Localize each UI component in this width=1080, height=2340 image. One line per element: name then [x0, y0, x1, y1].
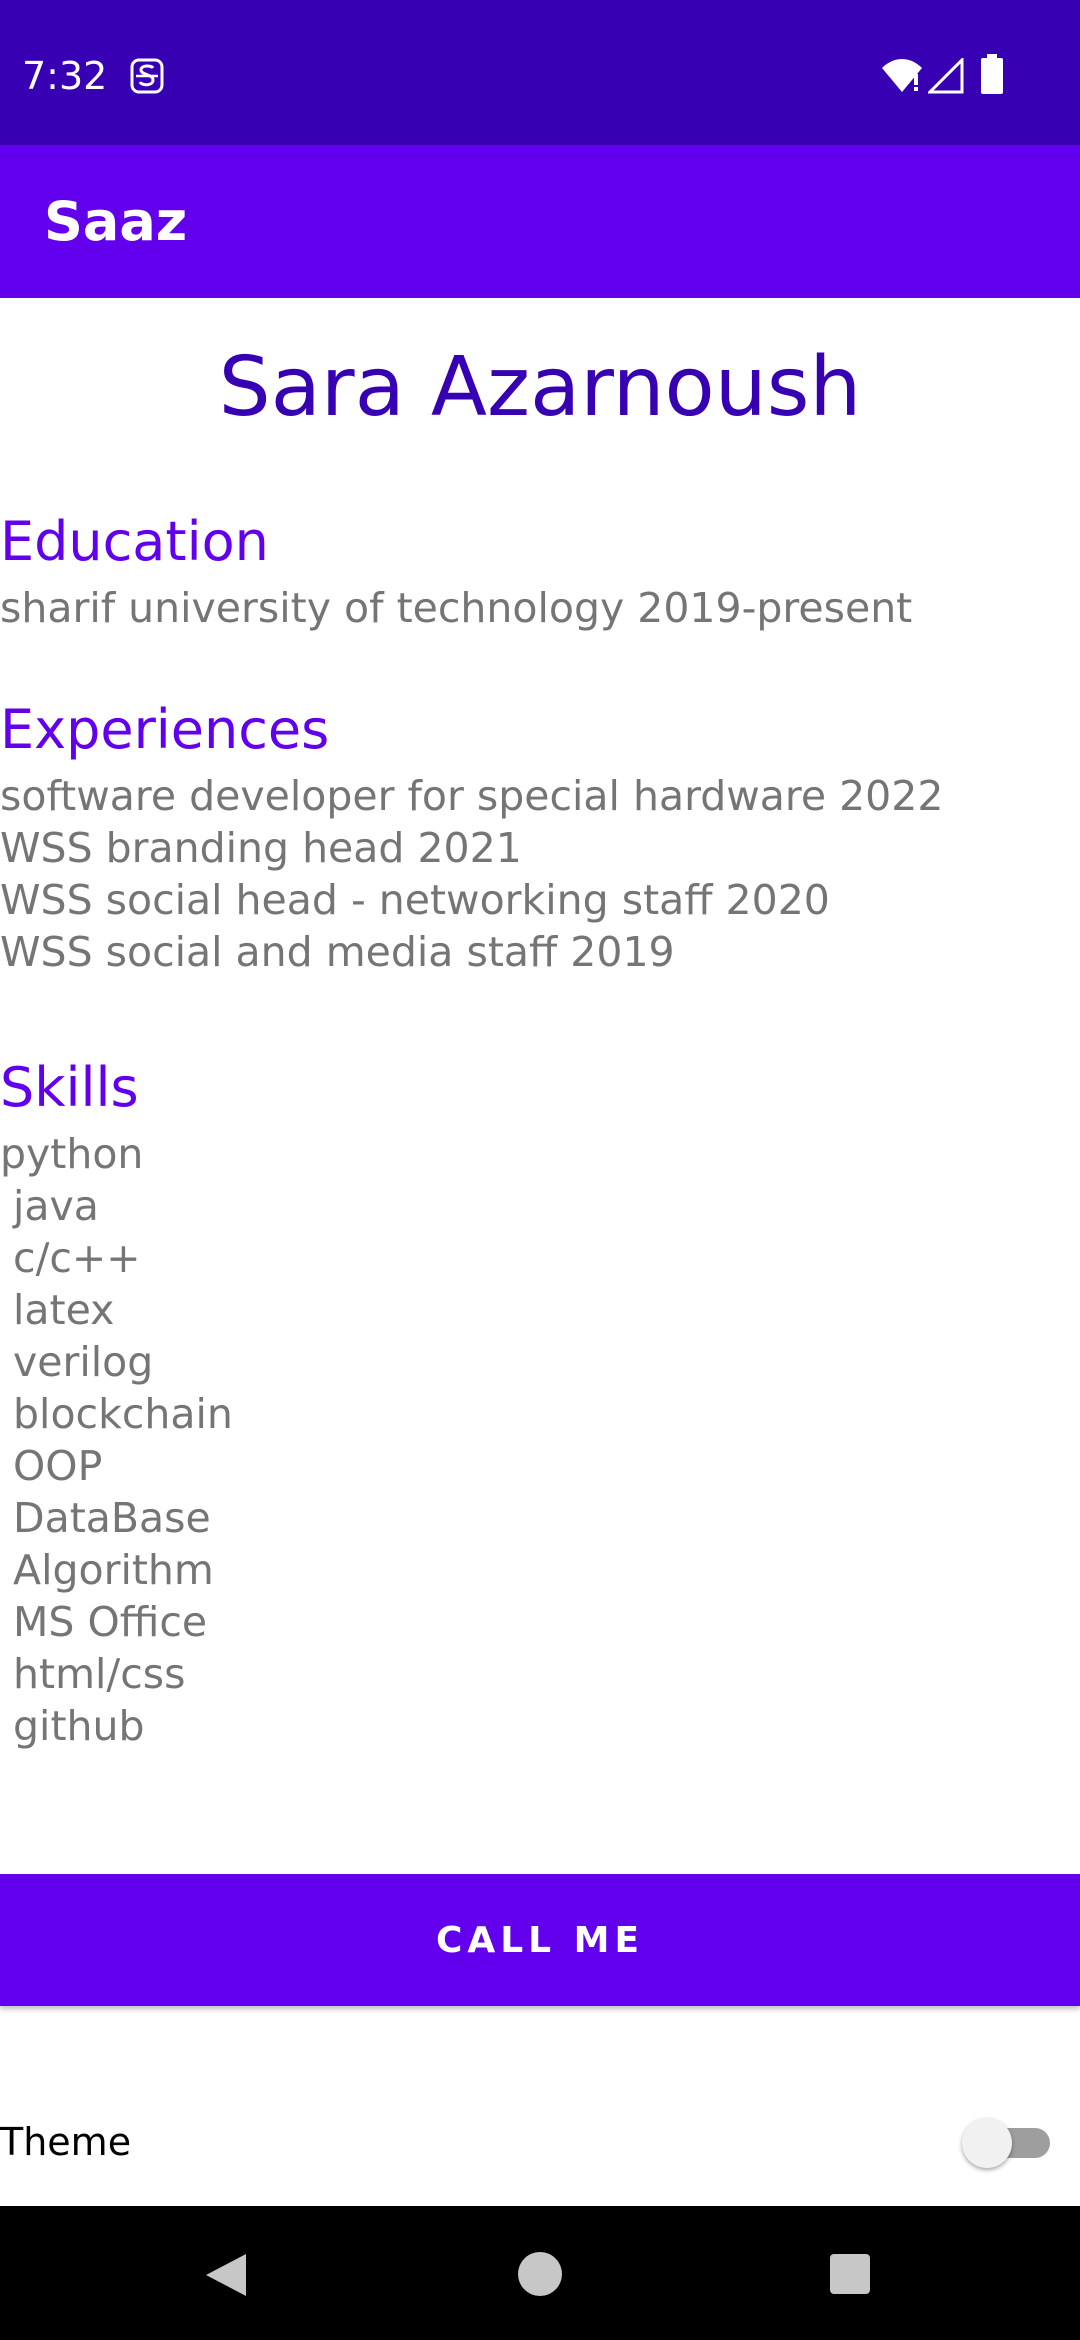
education-text: sharif university of technology 2019-pre…: [0, 584, 913, 632]
skills-heading: Skills: [0, 1056, 139, 1119]
experiences-text: software developer for special hardware …: [0, 772, 944, 976]
theme-switch[interactable]: [958, 2114, 1054, 2170]
navigation-bar: [0, 2206, 1080, 2340]
notification-s-icon: [130, 58, 164, 94]
wifi-icon: [882, 59, 922, 92]
education-heading: Education: [0, 510, 269, 573]
status-time: 7:32: [22, 54, 108, 98]
signal-icon: [928, 58, 964, 94]
app-bar: Saaz: [0, 145, 1080, 298]
skills-text: python java c/c++ latex verilog blockcha…: [0, 1130, 233, 1750]
theme-label: Theme: [0, 2120, 132, 2164]
home-icon[interactable]: [518, 2252, 562, 2296]
app-title: Saaz: [44, 190, 188, 253]
switch-thumb: [962, 2118, 1012, 2168]
back-icon[interactable]: [202, 2252, 248, 2298]
battery-icon: [981, 54, 1003, 94]
experiences-heading: Experiences: [0, 698, 330, 761]
profile-name: Sara Azarnoush: [218, 340, 862, 435]
call-me-button[interactable]: CALL ME: [0, 1874, 1080, 2006]
recents-icon[interactable]: [830, 2254, 870, 2294]
status-bar: 7:32: [0, 0, 1080, 145]
